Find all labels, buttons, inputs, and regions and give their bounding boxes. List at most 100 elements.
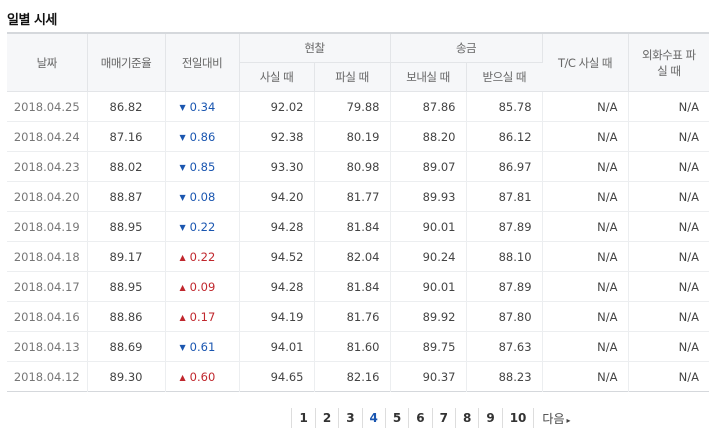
- change-cell: ▼ 0.22: [165, 211, 240, 242]
- change-value: 0.17: [189, 309, 216, 324]
- tc-buy-cell: N/A: [542, 361, 629, 392]
- change-cell: ▲ 0.60: [165, 361, 240, 392]
- base-rate-cell: 89.17: [87, 241, 166, 272]
- change-value: 0.22: [189, 219, 216, 234]
- cash-buy-cell: 94.28: [239, 271, 315, 302]
- foreign-check-sell-cell: N/A: [628, 151, 710, 182]
- change-cell: ▲ 0.09: [165, 271, 240, 302]
- foreign-check-sell-cell: N/A: [628, 241, 710, 272]
- transfer-send-cell: 89.75: [390, 331, 467, 362]
- transfer-receive-cell: 85.78: [466, 91, 543, 122]
- cash-sell-cell: 81.76: [314, 301, 391, 332]
- page-link-8[interactable]: 8: [456, 408, 480, 428]
- header-transfer-send: 보내실 때: [390, 62, 467, 92]
- date-cell: 2018.04.20: [7, 181, 88, 212]
- page-link-2[interactable]: 2: [316, 408, 340, 428]
- next-page-button[interactable]: 다음 ▸: [534, 410, 578, 427]
- cash-sell-cell: 81.84: [314, 271, 391, 302]
- change-cell: ▼ 0.08: [165, 181, 240, 212]
- header-base-rate: 매매기준율: [87, 33, 166, 92]
- date-cell: 2018.04.16: [7, 301, 88, 332]
- cash-sell-cell: 81.84: [314, 211, 391, 242]
- foreign-check-sell-cell: N/A: [628, 181, 710, 212]
- page-link-5[interactable]: 5: [386, 408, 410, 428]
- table-row: 2018.04.17 88.95 ▲ 0.09 94.28 81.84 90.01 87.89…: [7, 271, 710, 302]
- base-rate-cell: 88.86: [87, 301, 166, 332]
- table-row: 2018.04.25 86.82 ▼ 0.34 92.02 79.88 87.86 85.78…: [7, 91, 710, 122]
- page-link-7[interactable]: 7: [433, 408, 456, 428]
- cash-buy-cell: 94.28: [239, 211, 315, 242]
- transfer-receive-cell: 88.23: [466, 361, 543, 392]
- base-rate-cell: 89.30: [87, 361, 166, 392]
- pagination: 1 2 3 4 5 6 7 8 9 10 다음 ▸: [0, 408, 720, 428]
- change-cell: ▼ 0.34: [165, 91, 240, 122]
- cash-buy-cell: 94.20: [239, 181, 315, 212]
- table-row: 2018.04.12 89.30 ▲ 0.60 94.65 82.16 90.37 88.23…: [7, 361, 709, 392]
- change-value: 0.61: [189, 339, 216, 354]
- next-page-label: 다음: [542, 411, 565, 426]
- daily-rates-panel: 일별 시세 날짜 매매기준율 전일대비 현찰 송금 T/C 사실 때 외화수표 …: [0, 0, 720, 445]
- foreign-check-sell-cell: N/A: [678, 369, 700, 384]
- transfer-receive-cell: 87.63: [466, 331, 543, 362]
- section-title: 일별 시세: [7, 13, 57, 28]
- base-rate-cell: 88.02: [87, 151, 166, 182]
- tc-buy-cell: N/A: [542, 301, 629, 332]
- transfer-send-cell: 90.01: [390, 271, 467, 302]
- base-rate-cell: 88.95: [87, 271, 166, 302]
- tc-buy-cell: N/A: [542, 151, 629, 182]
- tc-buy-cell: N/A: [542, 181, 629, 212]
- header-transfer-receive: 받으실 때: [466, 62, 543, 92]
- foreign-check-sell-cell: N/A: [628, 121, 710, 152]
- down-triangle-icon: ▼: [179, 222, 186, 232]
- cash-sell-cell: 82.16: [314, 361, 391, 392]
- down-triangle-icon: ▼: [179, 342, 186, 352]
- date-cell: 2018.04.18: [7, 241, 88, 272]
- change-value: 0.08: [189, 189, 216, 204]
- date-cell: 2018.04.12: [7, 361, 88, 392]
- header-cash: 현찰: [239, 33, 391, 63]
- down-triangle-icon: ▼: [179, 192, 186, 202]
- foreign-check-sell-cell: N/A: [628, 301, 710, 332]
- transfer-receive-cell: 86.97: [466, 151, 543, 182]
- transfer-send-cell: 90.37: [390, 361, 467, 392]
- foreign-check-sell-cell: N/A: [628, 271, 710, 302]
- cash-buy-cell: 92.02: [239, 91, 315, 122]
- header-cash-sell: 파실 때: [314, 62, 391, 92]
- tc-buy-cell: N/A: [542, 121, 629, 152]
- table-body: 2018.04.25 86.82 ▼ 0.34 92.02 79.88 87.86 85.78…: [7, 91, 710, 392]
- base-rate-cell: 86.82: [87, 91, 166, 122]
- transfer-receive-cell: 87.89: [466, 271, 543, 302]
- base-rate-cell: 88.95: [87, 211, 166, 242]
- down-triangle-icon: ▼: [179, 102, 186, 112]
- change-value: 0.60: [189, 369, 216, 384]
- cash-buy-cell: 92.38: [239, 121, 315, 152]
- page-link-9[interactable]: 9: [479, 408, 503, 428]
- table-row: 2018.04.20 88.87 ▼ 0.08 94.20 81.77 89.93 87.81…: [7, 181, 710, 212]
- change-cell: ▼ 0.86: [165, 121, 240, 152]
- transfer-send-cell: 89.93: [390, 181, 467, 212]
- cash-buy-cell: 94.19: [239, 301, 315, 332]
- table-row: 2018.04.19 88.95 ▼ 0.22 94.28 81.84 90.01 87.89…: [7, 211, 710, 242]
- change-value: 0.86: [189, 129, 216, 144]
- transfer-receive-cell: 88.10: [466, 241, 543, 272]
- page-link-6[interactable]: 6: [409, 408, 433, 428]
- transfer-send-cell: 89.07: [390, 151, 467, 182]
- table-row: 2018.04.18 89.17 ▲ 0.22 94.52 82.04 90.24 88.10…: [7, 241, 710, 272]
- up-triangle-icon: ▲: [179, 282, 186, 292]
- cash-sell-cell: 79.88: [314, 91, 391, 122]
- transfer-send-cell: 90.24: [390, 241, 467, 272]
- up-triangle-icon: ▲: [179, 372, 186, 382]
- page-link-1[interactable]: 1: [292, 408, 316, 428]
- cash-sell-cell: 80.19: [314, 121, 391, 152]
- header-foreign-check-sell: 외화수표 파실 때: [628, 33, 710, 92]
- page-link-10[interactable]: 10: [503, 408, 535, 428]
- change-cell: ▲ 0.17: [165, 301, 240, 332]
- cash-buy-cell: 93.30: [239, 151, 315, 182]
- tc-buy-cell: N/A: [542, 331, 629, 362]
- pagination-pages: 1 2 3 4 5 6 7 8 9 10 다음 ▸: [291, 408, 578, 428]
- page-link-4[interactable]: 4: [363, 408, 386, 428]
- change-value: 0.22: [189, 249, 216, 264]
- page-link-3[interactable]: 3: [339, 408, 363, 428]
- transfer-send-cell: 88.20: [390, 121, 467, 152]
- cash-sell-cell: 80.98: [314, 151, 391, 182]
